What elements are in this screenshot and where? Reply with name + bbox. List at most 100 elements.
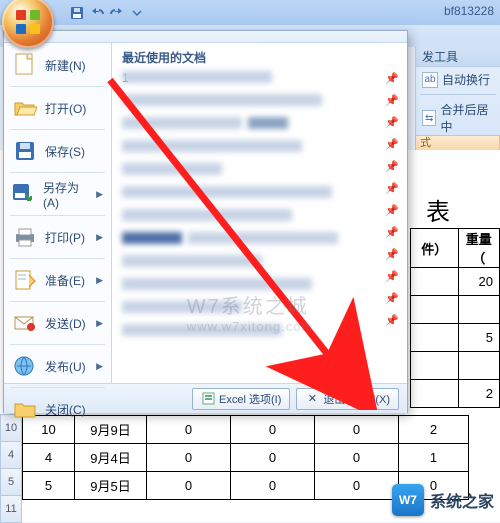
cell[interactable]: 5 <box>458 324 499 352</box>
menu-prepare[interactable]: 准备(E) ▶ <box>4 260 111 300</box>
row-header[interactable]: 11 <box>0 495 22 523</box>
menu-send-label: 发送(D) <box>45 315 86 332</box>
menu-new-label: 新建(N) <box>45 57 86 74</box>
ribbon-right-panel: 发工具 ab 自动换行 ⇆ 合并后居中 <box>415 47 500 135</box>
excel-options-button[interactable]: Excel 选项(I) <box>192 388 290 410</box>
footer-badge: W7 <box>392 484 424 516</box>
cell[interactable]: 4 <box>23 444 75 472</box>
menu-save-label: 保存(S) <box>45 143 85 160</box>
menu-saveas[interactable]: 另存为(A) ▶ <box>4 174 111 214</box>
row-header[interactable]: 4 <box>0 441 22 469</box>
cell[interactable]: 0 <box>147 472 231 500</box>
cell[interactable]: 0 <box>147 416 231 444</box>
cell[interactable]: 0 <box>315 416 399 444</box>
pin-icon[interactable]: 📌 <box>385 313 399 327</box>
floppy-icon <box>12 138 38 164</box>
menu-open[interactable]: 打开(O) <box>4 88 111 128</box>
title-bar: bf813228 <box>0 0 500 25</box>
chevron-right-icon: ▶ <box>96 189 103 200</box>
ribbon-tab-dev[interactable]: 发工具 <box>416 47 500 67</box>
cell[interactable]: 9月5日 <box>75 472 147 500</box>
cell[interactable]: 1 <box>399 444 469 472</box>
cell[interactable]: 0 <box>315 444 399 472</box>
pin-icon[interactable]: 📌 <box>385 225 399 239</box>
publish-icon <box>12 353 38 379</box>
header-fragment-table: 件） 重量（ 20 5 2 <box>410 228 500 408</box>
excel-options-label: Excel 选项(I) <box>219 391 281 407</box>
menu-publish[interactable]: 发布(U) ▶ <box>4 346 111 386</box>
footer-logo: W7 系统之家 <box>392 484 494 516</box>
merge-center-icon: ⇆ <box>422 110 436 126</box>
pin-icon[interactable]: 📌 <box>385 269 399 283</box>
exit-excel-label: 退出 Excel(X) <box>323 391 390 407</box>
office-logo-icon <box>16 10 40 34</box>
menu-open-label: 打开(O) <box>45 100 86 117</box>
quick-access-toolbar <box>68 4 146 22</box>
menu-prepare-label: 准备(E) <box>45 272 85 289</box>
footer-text: 系统之家 <box>430 488 494 512</box>
menu-save[interactable]: 保存(S) <box>4 131 111 171</box>
pin-icon[interactable]: 📌 <box>385 291 399 305</box>
cell[interactable]: 0 <box>231 444 315 472</box>
cell[interactable]: 2 <box>458 380 499 408</box>
cell[interactable]: 0 <box>231 472 315 500</box>
chevron-right-icon: ▶ <box>96 275 103 286</box>
new-icon <box>12 52 38 78</box>
wrap-text-icon: ab <box>422 72 438 88</box>
cell[interactable]: 0 <box>315 472 399 500</box>
pin-icon[interactable]: 📌 <box>385 93 399 107</box>
exit-excel-button[interactable]: ✕ 退出 Excel(X) <box>296 388 399 410</box>
cell[interactable]: 20 <box>458 268 499 296</box>
options-icon <box>201 392 215 406</box>
redo-icon[interactable] <box>108 4 126 22</box>
office-menu-top <box>4 31 407 43</box>
pin-icon[interactable]: 📌 <box>385 159 399 173</box>
cell[interactable]: 0 <box>147 444 231 472</box>
cell[interactable]: 9月4日 <box>75 444 147 472</box>
menu-send[interactable]: 发送(D) ▶ <box>4 303 111 343</box>
table-row[interactable]: 4 9月4日 0 0 0 1 <box>23 444 469 472</box>
office-menu: 新建(N) 打开(O) 保存(S) 另存为(A) ▶ 打印(P) <box>3 30 408 413</box>
file-name: bf813228 <box>444 4 494 18</box>
save-icon[interactable] <box>68 4 86 22</box>
menu-close-label: 关闭(C) <box>45 401 86 418</box>
prepare-icon <box>12 267 38 293</box>
pin-icon[interactable]: 📌 <box>385 71 399 85</box>
format-band[interactable]: 式 <box>415 135 500 151</box>
merge-center-label: 合并后居中 <box>440 101 494 135</box>
pin-column: 📌 📌 📌 📌 📌 📌 📌 📌 📌 📌 📌 📌 <box>385 71 399 327</box>
row-header[interactable]: 5 <box>0 468 22 496</box>
menu-publish-label: 发布(U) <box>45 358 86 375</box>
menu-print[interactable]: 打印(P) ▶ <box>4 217 111 257</box>
undo-icon[interactable] <box>88 4 106 22</box>
pin-icon[interactable]: 📌 <box>385 203 399 217</box>
merge-center-button[interactable]: ⇆ 合并后居中 <box>416 97 500 139</box>
print-icon <box>12 224 38 250</box>
send-icon <box>12 310 38 336</box>
pin-icon[interactable]: 📌 <box>385 247 399 261</box>
chevron-right-icon: ▶ <box>96 232 103 243</box>
menu-new[interactable]: 新建(N) <box>4 45 111 85</box>
close-icon: ✕ <box>305 392 319 406</box>
cell[interactable]: 2 <box>399 416 469 444</box>
qat-dropdown-icon[interactable] <box>128 4 146 22</box>
row-headers: 10 4 5 11 <box>0 415 22 523</box>
chevron-right-icon: ▶ <box>96 318 103 329</box>
sheet-title-fragment: 表 <box>426 192 450 227</box>
menu-close[interactable]: 关闭(C) <box>4 389 111 429</box>
office-menu-left: 新建(N) 打开(O) 保存(S) 另存为(A) ▶ 打印(P) <box>4 43 112 383</box>
saveas-icon <box>12 181 36 207</box>
recent-docs-blurred <box>122 71 377 379</box>
pin-icon[interactable]: 📌 <box>385 137 399 151</box>
recent-docs-header: 最近使用的文档 <box>122 49 399 69</box>
close-folder-icon <box>12 396 38 422</box>
cell[interactable]: 5 <box>23 472 75 500</box>
open-icon <box>12 95 38 121</box>
office-menu-right: 最近使用的文档 1 📌📌📌📌📌📌📌📌📌📌📌📌 <box>112 43 407 383</box>
header-count: 件） <box>411 229 459 268</box>
header-weight: 重量（ <box>458 229 499 268</box>
wrap-text-button[interactable]: ab 自动换行 <box>416 67 500 92</box>
pin-icon[interactable]: 📌 <box>385 181 399 195</box>
pin-icon[interactable]: 📌 <box>385 115 399 129</box>
cell[interactable]: 0 <box>231 416 315 444</box>
